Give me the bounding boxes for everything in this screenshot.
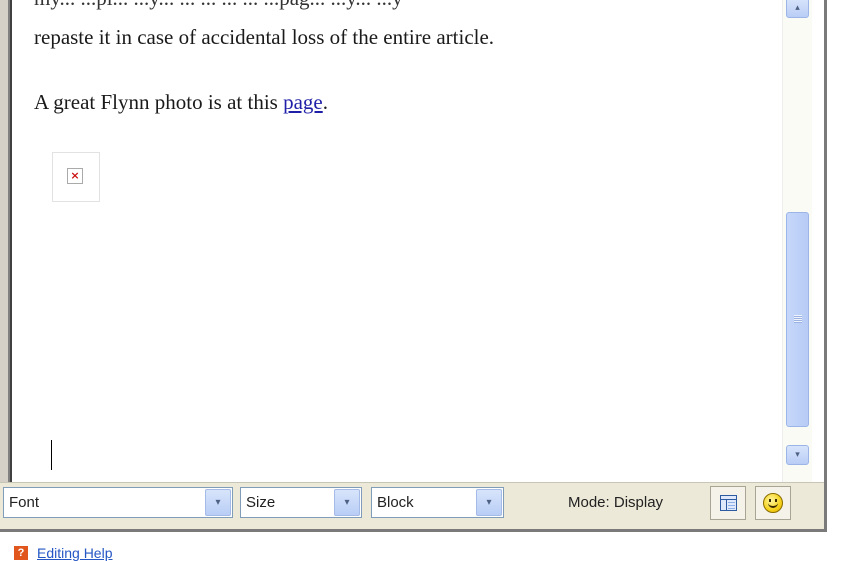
scroll-up-button[interactable]: ▴	[786, 0, 809, 18]
vertical-scrollbar[interactable]: ▴ ▾	[782, 0, 812, 482]
chevron-down-icon[interactable]: ▾	[334, 489, 360, 516]
partially-visible-line: my... ...pl... ...y... ... ... ... ... .…	[34, 0, 403, 11]
paragraph-text: A great Flynn photo is at this	[34, 90, 284, 114]
paragraph-repaste: repaste it in case of accidental loss of…	[34, 25, 495, 49]
chevron-down-icon: ▾	[795, 450, 800, 460]
page-link[interactable]: page	[283, 90, 323, 114]
block-select[interactable]: Block ▾	[371, 487, 504, 518]
help-icon: ?	[14, 546, 28, 560]
editor-left-border	[0, 0, 12, 482]
editor-toolbar: Font ▾ Size ▾ Block ▾ Mode: Display	[0, 482, 824, 529]
font-select-value: Font	[9, 494, 40, 511]
toggle-mode-button[interactable]	[710, 486, 746, 520]
mode-label: Mode: Display	[568, 494, 664, 511]
editor-content-area[interactable]: my... ...pl... ...y... ... ... ... ... .…	[12, 0, 782, 482]
grip-icon	[794, 315, 802, 323]
broken-image-placeholder[interactable]: ×	[52, 152, 100, 202]
paragraph-flynn-photo: A great Flynn photo is at this page.	[34, 90, 328, 115]
scroll-down-button[interactable]: ▾	[786, 445, 809, 465]
paragraph-period: .	[322, 90, 328, 114]
broken-image-icon: ×	[67, 168, 83, 184]
wysiwyg-editor: my... ...pl... ...y... ... ... ... ... .…	[0, 0, 827, 532]
font-select[interactable]: Font ▾	[3, 487, 233, 518]
chevron-up-icon: ▴	[795, 3, 800, 13]
scrollbar-thumb[interactable]	[786, 212, 809, 427]
text-caret	[51, 440, 52, 470]
insert-smiley-button[interactable]	[755, 486, 791, 520]
smiley-icon	[763, 493, 783, 513]
size-select-value: Size	[246, 494, 276, 511]
block-select-value: Block	[377, 494, 414, 511]
chevron-down-icon[interactable]: ▾	[476, 489, 502, 516]
layout-icon	[720, 495, 737, 511]
chevron-down-icon[interactable]: ▾	[205, 489, 231, 516]
size-select[interactable]: Size ▾	[240, 487, 362, 518]
